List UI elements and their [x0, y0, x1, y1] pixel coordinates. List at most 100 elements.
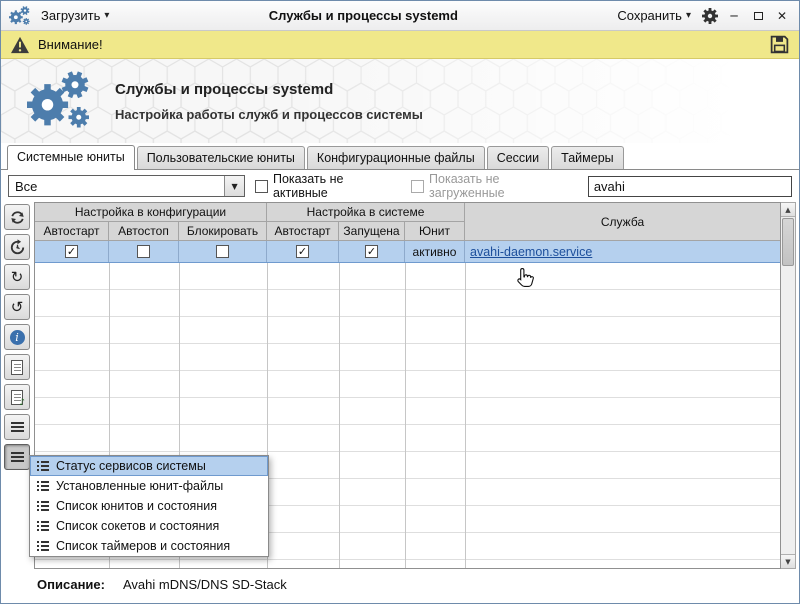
- settings-gear-button[interactable]: [701, 7, 719, 25]
- checkbox-icon[interactable]: [255, 180, 268, 193]
- column-header-autostart-system[interactable]: Автостарт: [267, 222, 339, 241]
- status-bar: Описание: Avahi mDNS/DNS SD-Stack: [1, 569, 799, 603]
- group-header-config[interactable]: Настройка в конфигурации: [35, 203, 267, 222]
- header-banner: Службы и процессы systemd Настройка рабо…: [1, 59, 799, 143]
- tab-system-units[interactable]: Системные юниты: [7, 145, 135, 170]
- column-header-autostop[interactable]: Автостоп: [109, 222, 179, 241]
- refresh-button[interactable]: [4, 204, 30, 230]
- redo-button[interactable]: ↻: [4, 264, 30, 290]
- unit-state-cell: активно: [405, 241, 465, 262]
- app-window: Загрузить ▾ Службы и процессы systemd Со…: [0, 0, 800, 604]
- column-header-service[interactable]: Служба: [465, 203, 780, 241]
- filter-row: Все ▼ Показать не активные Показать не з…: [1, 170, 799, 202]
- table-row-selected[interactable]: ✓ ✓ ✓ активно avahi-daemon.service: [35, 241, 780, 263]
- redo-icon: ↻: [11, 270, 24, 285]
- combo-value: Все: [15, 179, 37, 194]
- tab-user-units[interactable]: Пользовательские юниты: [137, 146, 305, 169]
- unit-filter-combo[interactable]: Все ▼: [8, 175, 245, 197]
- menu-item-timers-list[interactable]: Список таймеров и состояния: [30, 536, 268, 556]
- open-file-button[interactable]: [4, 354, 30, 380]
- list-icon: [37, 501, 49, 511]
- banner-title: Службы и процессы systemd: [115, 81, 423, 98]
- caret-down-icon: ▾: [686, 10, 691, 21]
- journal-button[interactable]: ♪: [4, 384, 30, 410]
- window-title: Службы и процессы systemd: [119, 8, 607, 23]
- close-button[interactable]: ✕: [773, 7, 791, 25]
- load-menu-label: Загрузить: [41, 8, 100, 23]
- show-unloaded-checkbox[interactable]: Показать не загруженные: [411, 172, 578, 200]
- undo-icon: ↺: [11, 300, 24, 315]
- info-button[interactable]: i: [4, 324, 30, 350]
- save-menu-label: Сохранить: [617, 8, 682, 23]
- autostop-config-checkbox[interactable]: [137, 245, 150, 258]
- column-header-running[interactable]: Запущена: [339, 222, 405, 241]
- list-icon: [11, 422, 24, 433]
- scroll-up-button[interactable]: ▲: [781, 203, 795, 217]
- banner-subtitle: Настройка работы служб и процессов систе…: [115, 107, 423, 122]
- floppy-icon: [769, 34, 790, 55]
- warning-icon: [10, 36, 30, 54]
- list-icon: [37, 521, 49, 531]
- description-value: Avahi mDNS/DNS SD-Stack: [123, 577, 287, 592]
- tab-timers[interactable]: Таймеры: [551, 146, 624, 169]
- autostart-config-checkbox[interactable]: ✓: [65, 245, 78, 258]
- document-icon: [11, 360, 23, 375]
- journal-icon: ♪: [11, 390, 23, 405]
- note-icon: ♪: [19, 398, 25, 408]
- show-inactive-checkbox[interactable]: Показать не активные: [255, 172, 401, 200]
- reload-clock-icon: [9, 239, 26, 256]
- app-gears-icon: [9, 6, 31, 26]
- list-icon: [37, 541, 49, 551]
- combo-dropdown-button[interactable]: ▼: [224, 176, 244, 196]
- list-icon: [37, 461, 49, 471]
- autostart-system-checkbox[interactable]: ✓: [296, 245, 309, 258]
- tab-config-files[interactable]: Конфигурационные файлы: [307, 146, 485, 169]
- save-file-button[interactable]: [769, 34, 790, 55]
- checkbox-icon[interactable]: [411, 180, 424, 193]
- chevron-down-icon: ▼: [231, 182, 237, 191]
- service-link[interactable]: avahi-daemon.service: [470, 245, 592, 259]
- close-icon: ✕: [777, 9, 787, 23]
- reload-units-button[interactable]: [4, 234, 30, 260]
- column-header-unit[interactable]: Юнит: [405, 222, 465, 241]
- menu-item-units-list[interactable]: Список юнитов и состояния: [30, 496, 268, 516]
- warning-label: Внимание!: [38, 37, 103, 52]
- menu-item-installed-unit-files[interactable]: Установленные юнит-файлы: [30, 476, 268, 496]
- list-menu-icon: [11, 452, 24, 463]
- status-menu-button[interactable]: [4, 444, 30, 470]
- status-popup-menu: Статус сервисов системы Установленные юн…: [29, 455, 269, 557]
- titlebar: Загрузить ▾ Службы и процессы systemd Со…: [1, 1, 799, 31]
- caret-down-icon: ▾: [104, 10, 109, 21]
- minimize-icon: ─: [730, 9, 737, 23]
- arrow-up-icon: ▲: [785, 206, 790, 214]
- table-header: Настройка в конфигурации Настройка в сис…: [35, 203, 780, 241]
- tab-sessions[interactable]: Сессии: [487, 146, 549, 169]
- maximize-icon: [754, 12, 763, 20]
- save-menu-button[interactable]: Сохранить ▾: [613, 6, 695, 25]
- search-input[interactable]: [588, 176, 792, 197]
- info-icon: i: [10, 330, 25, 345]
- undo-button[interactable]: ↺: [4, 294, 30, 320]
- scrollbar-thumb[interactable]: [782, 218, 794, 266]
- running-checkbox[interactable]: ✓: [365, 245, 378, 258]
- column-header-autostart-config[interactable]: Автостарт: [35, 222, 109, 241]
- maximize-button[interactable]: [749, 7, 767, 25]
- menu-item-status-services[interactable]: Статус сервисов системы: [30, 456, 268, 476]
- load-menu-button[interactable]: Загрузить ▾: [37, 6, 113, 25]
- minimize-button[interactable]: ─: [725, 7, 743, 25]
- arrow-down-icon: ▼: [785, 558, 790, 566]
- gears-icon: [27, 71, 93, 131]
- group-header-system[interactable]: Настройка в системе: [267, 203, 465, 222]
- list-icon: [37, 481, 49, 491]
- block-config-checkbox[interactable]: [216, 245, 229, 258]
- list-button[interactable]: [4, 414, 30, 440]
- tab-bar: Системные юниты Пользовательские юниты К…: [1, 143, 799, 169]
- scroll-down-button[interactable]: ▼: [781, 554, 795, 568]
- menu-item-sockets-list[interactable]: Список сокетов и состояния: [30, 516, 268, 536]
- refresh-icon: [9, 209, 26, 226]
- description-label: Описание:: [37, 577, 105, 592]
- column-header-block[interactable]: Блокировать: [179, 222, 267, 241]
- warning-bar: Внимание!: [1, 31, 799, 59]
- gear-icon: [702, 8, 718, 24]
- vertical-scrollbar[interactable]: ▲ ▼: [781, 202, 796, 569]
